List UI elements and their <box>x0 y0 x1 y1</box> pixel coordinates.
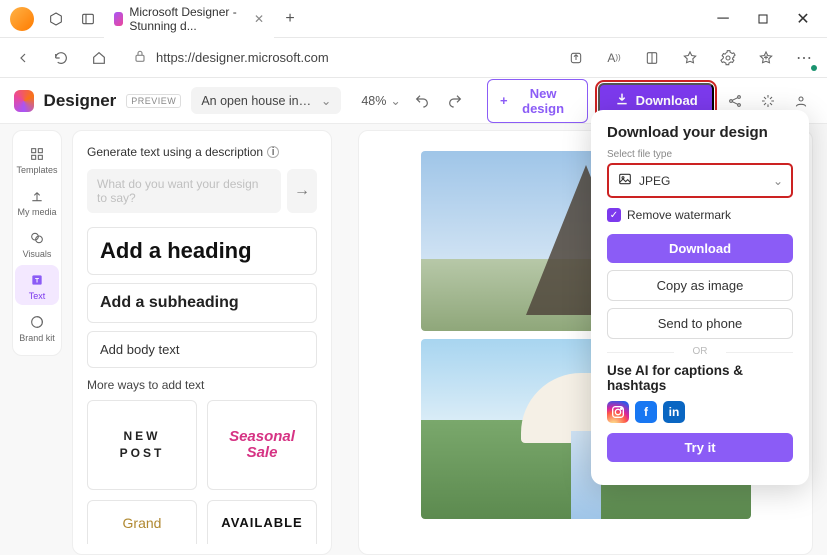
text-template-available[interactable]: AVAILABLE <box>207 500 317 544</box>
url-field[interactable]: https://designer.microsoft.com <box>122 43 553 73</box>
document-selector[interactable]: An open house invite ... ⌄ <box>191 87 341 114</box>
undo-icon[interactable] <box>411 88 434 114</box>
text-template-grand[interactable]: Grand <box>87 500 197 544</box>
generate-submit-button[interactable]: → <box>287 169 317 213</box>
zoom-value: 48% <box>361 94 386 108</box>
side-rail: Templates My media Visuals T Text Brand … <box>12 130 62 356</box>
redo-icon[interactable] <box>444 88 467 114</box>
rail-visuals[interactable]: Visuals <box>15 223 59 263</box>
zoom-control[interactable]: 48% ⌄ <box>361 93 401 108</box>
or-divider: OR <box>607 346 793 357</box>
generate-label: Generate text using a description i <box>87 145 317 159</box>
download-label: Download <box>636 93 698 108</box>
document-name: An open house invite ... <box>201 94 313 108</box>
text-icon: T <box>28 271 46 289</box>
browser-address-bar: https://designer.microsoft.com A)) ⋯ <box>0 38 827 78</box>
generate-text-input[interactable]: What do you want your design to say? <box>87 169 281 213</box>
chevron-down-icon: ⌄ <box>321 93 331 108</box>
app-logo[interactable] <box>14 90 34 112</box>
extensions-icon[interactable] <box>713 43 743 73</box>
filetype-value: JPEG <box>639 174 670 188</box>
linkedin-icon[interactable]: in <box>663 401 685 423</box>
ai-captions-title: Use AI for captions & hashtags <box>607 363 793 393</box>
rail-label: Visuals <box>23 249 52 259</box>
text-panel: Generate text using a description i What… <box>72 130 332 555</box>
reading-icon[interactable] <box>637 43 667 73</box>
copy-as-image-button[interactable]: Copy as image <box>607 270 793 301</box>
collections-icon[interactable] <box>751 43 781 73</box>
window-maximize[interactable] <box>743 4 783 34</box>
info-icon[interactable]: i <box>267 146 279 158</box>
window-close[interactable]: ✕ <box>783 4 823 34</box>
visuals-icon <box>28 229 46 247</box>
download-panel: Download your design Select file type JP… <box>591 110 809 485</box>
instagram-icon[interactable] <box>607 401 629 423</box>
tab-close-icon[interactable]: ✕ <box>254 12 264 26</box>
add-heading-button[interactable]: Add a heading <box>87 227 317 275</box>
social-icons: f in <box>607 401 793 423</box>
download-confirm-button[interactable]: Download <box>607 234 793 263</box>
facebook-icon[interactable]: f <box>635 401 657 423</box>
send-to-phone-button[interactable]: Send to phone <box>607 308 793 339</box>
svg-text:T: T <box>35 278 39 285</box>
tab-favicon <box>114 12 123 26</box>
add-subheading-button[interactable]: Add a subheading <box>87 283 317 323</box>
plus-icon: + <box>500 93 508 108</box>
rail-label: Brand kit <box>19 333 55 343</box>
more-ways-label: More ways to add text <box>87 378 317 392</box>
browser-tab[interactable]: Microsoft Designer - Stunning d... ✕ <box>104 0 274 39</box>
rail-label: Text <box>29 291 46 301</box>
url-text: https://designer.microsoft.com <box>156 50 329 65</box>
text-template-seasonal-sale[interactable]: SeasonalSale <box>207 400 317 490</box>
rail-brand-kit[interactable]: Brand kit <box>15 307 59 347</box>
media-icon <box>28 187 46 205</box>
new-design-button[interactable]: + New design <box>487 79 588 123</box>
rail-my-media[interactable]: My media <box>15 181 59 221</box>
rail-label: My media <box>17 207 56 217</box>
filetype-label: Select file type <box>607 149 793 160</box>
remove-watermark-label: Remove watermark <box>627 208 731 222</box>
brandkit-icon <box>28 313 46 331</box>
workspaces-icon[interactable] <box>40 3 72 35</box>
app-brand: Designer <box>44 91 117 111</box>
new-design-label: New design <box>512 86 575 116</box>
new-tab-button[interactable]: + <box>274 3 306 35</box>
preview-badge: PREVIEW <box>126 94 181 108</box>
window-minimize[interactable]: ─ <box>703 4 743 34</box>
chevron-down-icon: ⌄ <box>390 93 400 108</box>
menu-icon[interactable]: ⋯ <box>789 43 819 73</box>
rail-text[interactable]: T Text <box>15 265 59 305</box>
rail-label: Templates <box>16 165 57 175</box>
nav-home-icon[interactable] <box>84 43 114 73</box>
read-aloud-icon[interactable]: A)) <box>599 43 629 73</box>
lock-icon <box>132 48 148 67</box>
filetype-select[interactable]: JPEG ⌄ <box>607 163 793 198</box>
browser-titlebar: Microsoft Designer - Stunning d... ✕ + ─… <box>0 0 827 38</box>
nav-back-icon[interactable] <box>8 43 38 73</box>
remove-watermark-checkbox[interactable]: ✓ Remove watermark <box>607 208 793 222</box>
download-panel-title: Download your design <box>607 124 793 141</box>
sidebar-toggle-icon[interactable] <box>72 3 104 35</box>
rail-templates[interactable]: Templates <box>15 139 59 179</box>
nav-refresh-icon[interactable] <box>46 43 76 73</box>
checkmark-icon: ✓ <box>607 208 621 222</box>
chevron-down-icon: ⌄ <box>773 174 783 188</box>
tab-title: Microsoft Designer - Stunning d... <box>129 5 248 33</box>
image-icon <box>617 171 633 190</box>
share-icon[interactable] <box>561 43 591 73</box>
try-it-button[interactable]: Try it <box>607 433 793 462</box>
profile-avatar[interactable] <box>10 7 34 31</box>
favorite-icon[interactable] <box>675 43 705 73</box>
templates-icon <box>28 145 46 163</box>
text-template-new-post[interactable]: NEWPOST <box>87 400 197 490</box>
add-body-text-button[interactable]: Add body text <box>87 331 317 368</box>
download-icon <box>614 91 630 110</box>
